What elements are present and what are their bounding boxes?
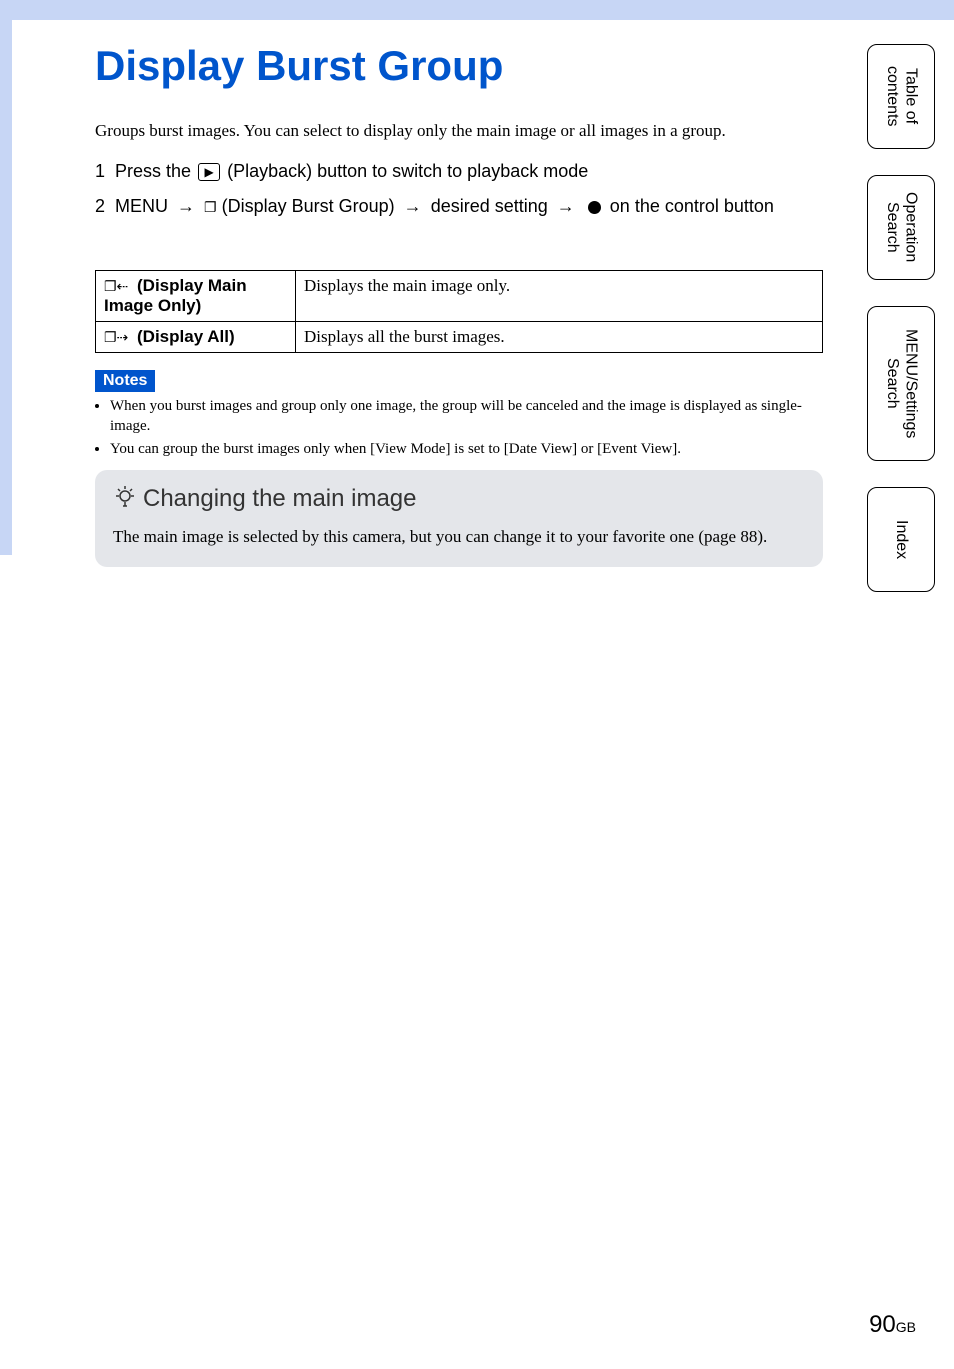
tip-lightbulb-icon [113, 484, 137, 514]
tab-index[interactable]: Index [867, 487, 935, 592]
setting-label: ❐⇠ (Display Main Image Only) [96, 271, 296, 322]
intro-text: Groups burst images. You can select to d… [95, 120, 825, 143]
tip-text: The main image is selected by this camer… [113, 526, 805, 549]
page-number: 90GB [869, 1311, 916, 1339]
step-2-mid1: (Display Burst Group) [222, 196, 400, 216]
arrow-icon: → [404, 196, 422, 216]
note-item: When you burst images and group only one… [110, 396, 825, 437]
arrow-icon: → [177, 196, 195, 216]
tip-title: Changing the main image [113, 484, 805, 514]
page-title: Display Burst Group [95, 42, 503, 90]
step-2: 2 MENU → ❐ (Display Burst Group) → desir… [95, 193, 825, 220]
notes-label: Notes [95, 370, 155, 392]
side-tabs: Table of contents Operation Search MENU/… [867, 44, 935, 592]
top-decorative-bar [0, 0, 954, 20]
tab-table-of-contents[interactable]: Table of contents [867, 44, 935, 149]
page-number-value: 90 [869, 1311, 896, 1338]
tip-box: Changing the main image The main image i… [95, 470, 823, 567]
step-1: 1 Press the ▶ (Playback) button to switc… [95, 158, 825, 185]
display-all-icon: ❐⇢ [104, 329, 128, 345]
step-list: 1 Press the ▶ (Playback) button to switc… [95, 158, 825, 228]
step-text: Press the ▶ (Playback) button to switch … [115, 158, 825, 185]
setting-label-text: (Display All) [137, 327, 235, 346]
burst-group-icon: ❐ [204, 197, 217, 218]
tab-operation-search[interactable]: Operation Search [867, 175, 935, 280]
step-text: MENU → ❐ (Display Burst Group) → desired… [115, 193, 825, 220]
setting-description: Displays all the burst images. [296, 322, 823, 353]
left-decorative-bar [0, 0, 12, 555]
display-main-only-icon: ❐⇠ [104, 278, 128, 294]
step-1-post: (Playback) button to switch to playback … [227, 161, 588, 181]
setting-description: Displays the main image only. [296, 271, 823, 322]
playback-icon: ▶ [198, 163, 220, 181]
note-item: You can group the burst images only when… [110, 439, 825, 459]
table-row: ❐⇠ (Display Main Image Only) Displays th… [96, 271, 823, 322]
tab-menu-settings-search[interactable]: MENU/Settings Search [867, 306, 935, 461]
step-1-pre: Press the [115, 161, 196, 181]
step-number: 2 [95, 193, 105, 220]
tip-title-text: Changing the main image [143, 485, 417, 513]
step-number: 1 [95, 158, 105, 185]
page-number-suffix: GB [896, 1319, 916, 1335]
step-2-mid2: desired setting [431, 196, 553, 216]
settings-table: ❐⇠ (Display Main Image Only) Displays th… [95, 270, 823, 353]
table-row: ❐⇢ (Display All) Displays all the burst … [96, 322, 823, 353]
setting-label: ❐⇢ (Display All) [96, 322, 296, 353]
step-2-pre: MENU [115, 196, 173, 216]
arrow-icon: → [557, 196, 575, 216]
control-dot-icon [588, 201, 601, 214]
step-2-post: on the control button [610, 196, 774, 216]
notes-list: When you burst images and group only one… [95, 396, 825, 461]
